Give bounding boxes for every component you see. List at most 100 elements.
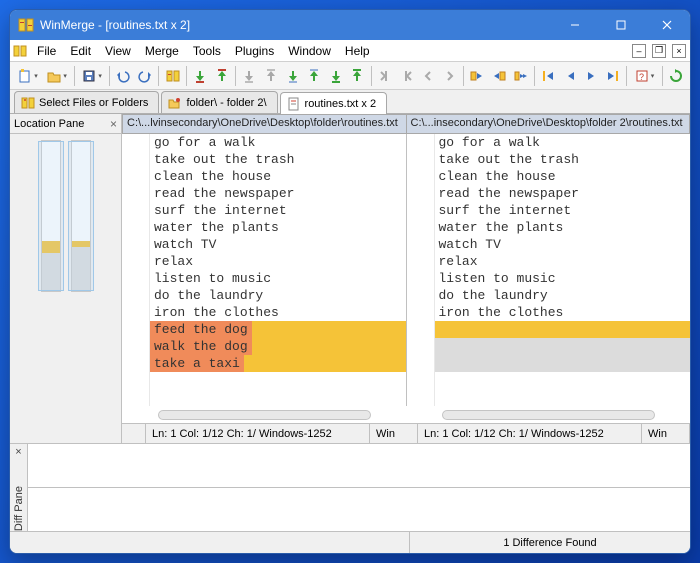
text-line: do the laundry <box>150 287 406 304</box>
main-content: Location Pane × C:\...lvinsecondary\OneD… <box>10 114 690 443</box>
menu-plugins[interactable]: Plugins <box>228 40 281 61</box>
close-button[interactable] <box>644 10 690 40</box>
menu-window[interactable]: Window <box>281 40 338 61</box>
compare-button[interactable] <box>162 65 183 87</box>
all-left-first-button[interactable] <box>538 65 559 87</box>
text-line: relax <box>150 253 406 270</box>
text-line: read the newspaper <box>435 185 691 202</box>
prev-conflicted-button[interactable] <box>375 65 396 87</box>
left-text-pane[interactable]: go for a walktake out the trashclean the… <box>122 134 407 406</box>
menu-file[interactable]: File <box>30 40 63 61</box>
undo-button[interactable] <box>113 65 134 87</box>
reload-button[interactable] <box>665 65 686 87</box>
tab-icon <box>21 96 35 110</box>
tab-0[interactable]: Select Files or Folders <box>14 91 159 113</box>
prev-diff-button[interactable] <box>261 65 282 87</box>
mdi-minimize-button[interactable]: – <box>632 44 646 58</box>
location-bar-left[interactable] <box>41 140 61 292</box>
menu-edit[interactable]: Edit <box>63 40 98 61</box>
menu-help[interactable]: Help <box>338 40 377 61</box>
right-hscrollbar[interactable] <box>406 406 690 423</box>
tab-icon <box>168 96 182 110</box>
menu-view[interactable]: View <box>98 40 138 61</box>
titlebar[interactable]: WinMerge - [routines.txt x 2] <box>10 10 690 40</box>
open-button[interactable] <box>43 65 71 87</box>
text-line: take a taxi <box>150 355 244 372</box>
tabbar: Select Files or Foldersfolder\ - folder … <box>10 90 690 114</box>
left-status-info: Ln: 1 Col: 1/12 Ch: 1/ Windows-1252 <box>146 424 370 443</box>
right-status-info: Ln: 1 Col: 1/12 Ch: 1/ Windows-1252 <box>418 424 642 443</box>
tab-icon <box>287 97 301 111</box>
text-line: listen to music <box>435 270 691 287</box>
curr-diff-button[interactable] <box>304 65 325 87</box>
left-hscrollbar[interactable] <box>122 406 406 423</box>
copy-left-button[interactable] <box>489 65 510 87</box>
text-line: walk the dog <box>150 338 252 355</box>
all-left-button[interactable] <box>560 65 581 87</box>
next-diff-button[interactable] <box>282 65 303 87</box>
text-line <box>435 355 691 372</box>
text-line <box>435 321 691 338</box>
all-right-last-button[interactable] <box>603 65 624 87</box>
maximize-button[interactable] <box>598 10 644 40</box>
location-pane-header: Location Pane × <box>10 114 121 134</box>
last-diff-button[interactable] <box>239 65 260 87</box>
goto-diff-button[interactable] <box>347 65 368 87</box>
tab-1[interactable]: folder\ - folder 2\ <box>161 91 277 113</box>
left-file-path[interactable]: C:\...lvinsecondary\OneDrive\Desktop\fol… <box>122 114 407 134</box>
diff-next-button[interactable] <box>211 65 232 87</box>
diff-pane-close-icon[interactable]: × <box>10 444 27 458</box>
next-right-button[interactable] <box>440 65 461 87</box>
tab-2[interactable]: routines.txt x 2 <box>280 92 388 114</box>
right-text-pane[interactable]: go for a walktake out the trashclean the… <box>407 134 691 406</box>
menu-merge[interactable]: Merge <box>138 40 186 61</box>
redo-button[interactable] <box>135 65 156 87</box>
diff-pane-bottom[interactable] <box>28 488 690 531</box>
statusbar-diffcount: 1 Difference Found <box>410 535 690 551</box>
copy-right-button[interactable] <box>467 65 488 87</box>
app-icon <box>18 17 34 33</box>
text-line: go for a walk <box>150 134 406 151</box>
app-menu-icon[interactable] <box>10 40 30 61</box>
svg-text:?: ? <box>639 72 644 82</box>
text-line: feed the dog <box>150 321 252 338</box>
text-line: watch TV <box>435 236 691 253</box>
prev-left-button[interactable] <box>418 65 439 87</box>
menu-tools[interactable]: Tools <box>186 40 228 61</box>
text-line: listen to music <box>150 270 406 287</box>
text-line: clean the house <box>150 168 406 185</box>
text-line: surf the internet <box>150 202 406 219</box>
refresh-button[interactable]: ? <box>630 65 658 87</box>
file-path-row: C:\...lvinsecondary\OneDrive\Desktop\fol… <box>122 114 690 134</box>
right-status-encoding: Win <box>642 424 690 443</box>
mdi-close-button[interactable]: × <box>672 44 686 58</box>
mdi-restore-button[interactable]: ❐ <box>652 44 666 58</box>
new-button[interactable] <box>14 65 42 87</box>
location-bar-right[interactable] <box>71 140 91 292</box>
toolbar: ? <box>10 62 690 90</box>
all-right-button[interactable] <box>581 65 602 87</box>
text-line: do the laundry <box>435 287 691 304</box>
location-pane-title: Location Pane <box>14 118 84 130</box>
diff-first-button[interactable] <box>190 65 211 87</box>
location-pane: Location Pane × <box>10 114 122 443</box>
text-line: read the newspaper <box>150 185 406 202</box>
text-line: iron the clothes <box>435 304 691 321</box>
first-diff-button[interactable] <box>326 65 347 87</box>
minimize-button[interactable] <box>552 10 598 40</box>
diff-pane-top[interactable] <box>28 444 690 488</box>
right-file-path[interactable]: C:\...insecondary\OneDrive\Desktop\folde… <box>407 114 691 134</box>
next-conflicted-button[interactable] <box>396 65 417 87</box>
text-line: go for a walk <box>435 134 691 151</box>
compare-area: C:\...lvinsecondary\OneDrive\Desktop\fol… <box>122 114 690 443</box>
text-line: take out the trash <box>435 151 691 168</box>
save-button[interactable] <box>78 65 106 87</box>
text-line: relax <box>435 253 691 270</box>
left-status-encoding: Win <box>370 424 418 443</box>
diff-pane: × Diff Pane <box>10 443 690 531</box>
text-line: watch TV <box>150 236 406 253</box>
copy-all-right-button[interactable] <box>510 65 531 87</box>
text-line: clean the house <box>435 168 691 185</box>
application-window: WinMerge - [routines.txt x 2] FileEditVi… <box>9 9 691 554</box>
location-pane-close-icon[interactable]: × <box>110 117 117 131</box>
